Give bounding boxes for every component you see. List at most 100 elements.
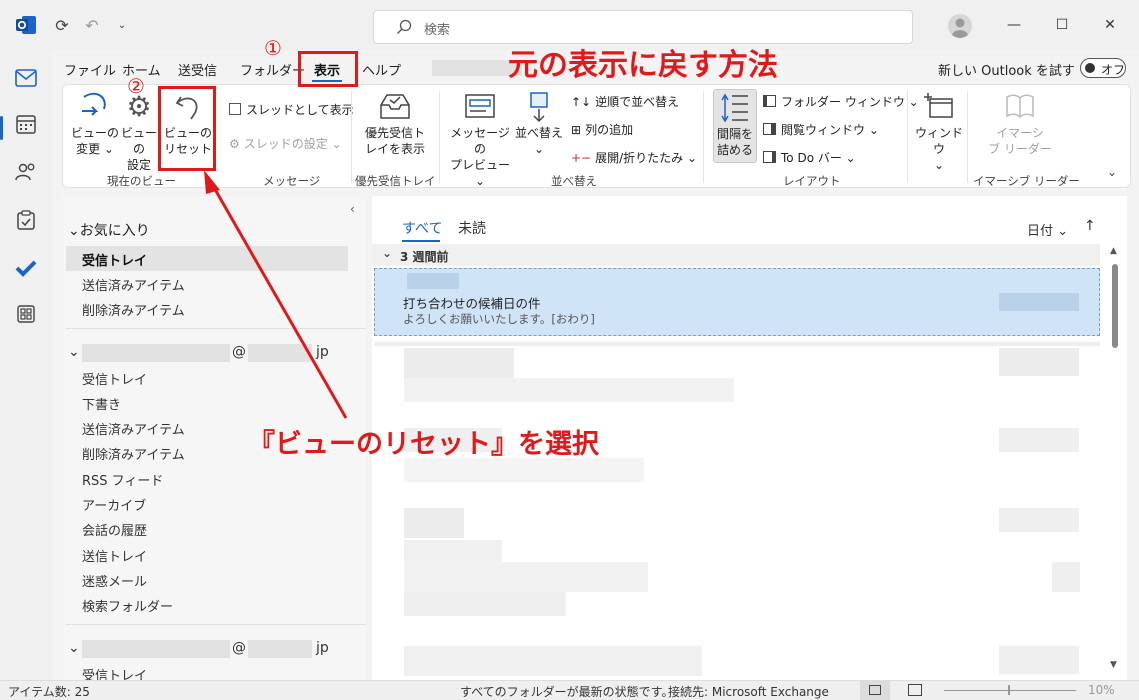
scroll-up-icon[interactable]: ▲ bbox=[1110, 246, 1117, 256]
minimize-button[interactable]: — bbox=[1004, 15, 1024, 35]
chevron-down-icon: ⌄ bbox=[68, 223, 80, 239]
sort-label: 並べ替え ⌄ bbox=[514, 126, 563, 156]
fav-inbox[interactable]: 受信トレイ bbox=[82, 250, 147, 269]
ribbon-separator bbox=[439, 91, 440, 183]
ribbon-separator bbox=[967, 91, 968, 183]
message-item-selected[interactable]: 打ち合わせの候補日の件 よろしくお願いいたします。[おわり] bbox=[374, 268, 1100, 336]
message-preview-icon bbox=[445, 91, 515, 125]
mail-icon[interactable] bbox=[12, 64, 40, 92]
sort-by-date-dropdown[interactable]: 日付 ⌄ bbox=[1027, 220, 1068, 239]
tab-folder[interactable]: フォルダー bbox=[240, 60, 305, 79]
reverse-sort-button[interactable]: ↑↓ 逆順で並べ替え bbox=[571, 93, 679, 110]
new-outlook-toggle[interactable]: オフ bbox=[1080, 58, 1126, 78]
tab-file[interactable]: ファイル bbox=[64, 60, 116, 79]
apps-icon[interactable] bbox=[12, 300, 40, 328]
item-count: アイテム数: 25 bbox=[8, 685, 90, 699]
ribbon-collapse-chevron-icon[interactable]: ⌄ bbox=[1107, 165, 1117, 179]
add-column-button[interactable]: ⊞ 列の追加 bbox=[571, 121, 633, 138]
toggle-label: オフ bbox=[1101, 63, 1126, 77]
redacted-block bbox=[404, 378, 734, 402]
immersive-reader-button[interactable]: イマーシ ブ リーダー bbox=[979, 91, 1061, 157]
normal-view-icon[interactable] bbox=[860, 681, 890, 700]
focused-inbox-button[interactable]: 優先受信ト レイを表示 bbox=[359, 91, 431, 157]
acct-archive[interactable]: アーカイブ bbox=[82, 495, 146, 514]
todo-icon[interactable] bbox=[12, 254, 40, 282]
account2-domain: jp bbox=[316, 640, 329, 656]
tab-all[interactable]: すべて bbox=[402, 218, 442, 238]
expand-collapse-button[interactable]: +− 展開/折りたたみ ⌄ bbox=[571, 149, 697, 166]
sort-icon bbox=[511, 91, 567, 125]
view-settings-button[interactable]: ⚙ ビューの 設定 bbox=[117, 91, 161, 173]
message-subject: 打ち合わせの候補日の件 bbox=[403, 296, 541, 311]
outlook-logo-icon bbox=[14, 13, 38, 37]
group-sort: 並べ替え bbox=[551, 174, 597, 188]
tasks-icon[interactable] bbox=[12, 206, 40, 234]
account2-at: @ bbox=[232, 640, 246, 656]
acct-outbox[interactable]: 送信トレイ bbox=[82, 546, 147, 565]
fav-deleted-items[interactable]: 削除済みアイテム bbox=[82, 300, 185, 319]
undo-icon[interactable]: ↶ bbox=[80, 13, 104, 37]
people-icon[interactable] bbox=[12, 158, 40, 186]
status-bar: アイテム数: 25 すべてのフォルダーが最新の状態です。 接続先: Micros… bbox=[0, 680, 1139, 700]
folder-window-button[interactable]: フォルダー ウィンドウ ⌄ bbox=[763, 93, 919, 110]
add-column-label: 列の追加 bbox=[585, 123, 634, 137]
favorites-header[interactable]: ⌄お気に入り bbox=[68, 220, 150, 240]
checkbox-icon bbox=[229, 103, 241, 115]
redacted-block bbox=[404, 458, 644, 482]
account1-header[interactable]: ⌄ bbox=[68, 344, 80, 360]
sync-icon[interactable]: ⟳ bbox=[50, 13, 74, 37]
immersive-reader-icon bbox=[979, 91, 1061, 125]
acct-sent-items[interactable]: 送信済みアイテム bbox=[82, 419, 185, 438]
group-header[interactable]: ⌄ 3 週間前 bbox=[372, 244, 1100, 266]
customize-toolbar-icon[interactable]: ⌄ bbox=[110, 13, 134, 37]
new-outlook-label: 新しい Outlook を試す bbox=[938, 64, 1075, 79]
reading-view-icon[interactable] bbox=[908, 684, 922, 696]
group-header-label: 3 週間前 bbox=[400, 250, 449, 264]
todo-bar-icon bbox=[763, 151, 776, 163]
scroll-down-icon[interactable]: ▼ bbox=[1110, 660, 1117, 670]
thread-settings-button[interactable]: ⚙ スレッドの設定 ⌄ bbox=[229, 135, 342, 152]
step1-marker: ① bbox=[264, 36, 282, 60]
collapse-pane-chevron-icon[interactable]: ‹ bbox=[350, 202, 355, 216]
redacted-block bbox=[404, 508, 464, 538]
zoom-level: 10% bbox=[1088, 683, 1115, 697]
view-change-button[interactable]: ビューの 変更 ⌄ bbox=[69, 91, 121, 157]
fav-sent-items[interactable]: 送信済みアイテム bbox=[82, 275, 185, 294]
calendar-icon[interactable] bbox=[12, 110, 40, 138]
maximize-button[interactable]: ☐ bbox=[1052, 15, 1072, 35]
user-avatar[interactable] bbox=[948, 14, 972, 38]
spacing-toggle-button[interactable]: 間隔を 詰める bbox=[713, 89, 757, 163]
acct-rss-feeds[interactable]: RSS フィード bbox=[82, 470, 163, 489]
acct-conversation-history[interactable]: 会話の履歴 bbox=[82, 520, 147, 539]
window-button[interactable]: ウィンドウ ⌄ bbox=[911, 91, 967, 173]
acct-drafts[interactable]: 下書き bbox=[82, 394, 121, 413]
close-button[interactable]: ✕ bbox=[1100, 15, 1120, 35]
rail-active-indicator bbox=[0, 116, 3, 140]
reading-window-button[interactable]: 閲覧ウィンドウ ⌄ bbox=[763, 121, 879, 138]
search-box[interactable]: 検索 bbox=[373, 10, 913, 44]
pane-divider bbox=[66, 328, 366, 329]
sort-button[interactable]: 並べ替え ⌄ bbox=[511, 91, 567, 157]
message-list-scrollbar[interactable]: ▲ ▼ bbox=[1108, 244, 1122, 674]
scroll-thumb[interactable] bbox=[1112, 264, 1118, 348]
redacted-block bbox=[404, 592, 566, 616]
acct-junk[interactable]: 迷惑メール bbox=[82, 571, 147, 590]
tab-help[interactable]: ヘルプ bbox=[362, 60, 401, 79]
chevron-down-icon: ⌄ bbox=[68, 640, 80, 656]
redacted-block bbox=[407, 273, 459, 289]
message-preview-button[interactable]: メッセージの プレビュー ⌄ bbox=[445, 91, 515, 189]
tab-unread[interactable]: 未読 bbox=[458, 218, 486, 238]
redacted-block bbox=[404, 562, 648, 592]
tab-send-receive[interactable]: 送受信 bbox=[178, 60, 217, 79]
zoom-slider[interactable] bbox=[944, 685, 1076, 695]
reverse-sort-label: 逆順で並べ替え bbox=[595, 95, 680, 109]
thread-show-checkbox[interactable]: スレッドとして表示 bbox=[229, 101, 354, 118]
redacted-block bbox=[248, 344, 312, 362]
acct-deleted-items[interactable]: 削除済みアイテム bbox=[82, 444, 185, 463]
sort-direction-icon[interactable]: ↑ bbox=[1084, 218, 1096, 234]
todo-bar-button[interactable]: To Do バー ⌄ bbox=[763, 149, 856, 166]
acct-inbox[interactable]: 受信トレイ bbox=[82, 369, 147, 388]
account2-header[interactable]: ⌄ bbox=[68, 640, 80, 656]
acct-search-folders[interactable]: 検索フォルダー bbox=[82, 596, 173, 615]
search-placeholder: 検索 bbox=[424, 23, 451, 38]
